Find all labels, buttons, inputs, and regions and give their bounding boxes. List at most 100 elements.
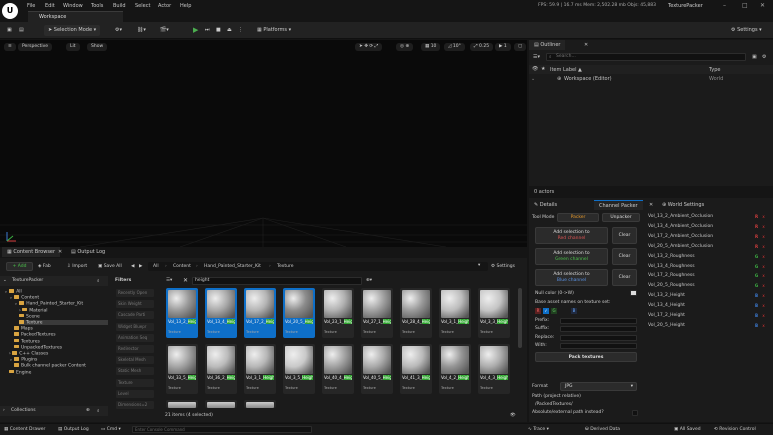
derived-data-button[interactable]: ⛁ Derived Data [585,427,620,432]
packer-list-item[interactable]: Vol_20_5_Roughness [648,283,695,288]
packer-list-item[interactable]: Vol_17_2_Ambient_Occlusion [648,234,713,239]
save-all-button[interactable]: ▣ Save All [98,264,122,269]
close-channel-packer-icon[interactable]: ✕ [649,202,653,208]
filter-item[interactable]: Texture [116,378,154,387]
lit-button[interactable]: Lit [66,43,80,51]
menu-select[interactable]: Select [135,3,150,9]
all-saved-button[interactable]: ▣ All Saved [674,427,701,432]
remove-item-icon[interactable]: x [761,323,766,329]
remove-item-icon[interactable]: x [761,214,766,220]
asset-tile[interactable]: Vol_27_1_Height Texture [361,288,393,338]
packer-list-item[interactable]: Vol_13_2_Ambient_Occlusion [648,214,713,219]
null-color-swatch[interactable] [630,290,637,296]
rotation-snap-button[interactable]: ◿ 10° [444,43,465,51]
asset-tile[interactable]: Vol_13_2_Height Texture [166,288,198,338]
remove-item-icon[interactable]: x [761,303,766,309]
filter-icon[interactable]: ☰▾ [166,278,172,283]
maximize-viewport-icon[interactable]: ▢ [514,43,527,51]
asset-tile[interactable]: Vol_3_3_Height Texture [478,288,510,338]
menu-help[interactable]: Help [180,3,191,9]
asset-tile[interactable] [166,400,198,408]
blueprint-icon[interactable]: ⛓▾ [137,25,146,36]
asset-tile[interactable]: Vol_23_1_Height Texture [322,288,354,338]
absolute-path-checkbox[interactable] [632,410,638,416]
remove-item-icon[interactable]: x [761,234,766,240]
asset-tile[interactable]: Vol_3_1_Height Texture [244,344,276,394]
filter-item[interactable]: Animation Seq [116,333,154,342]
star-icon[interactable]: ★ [541,66,545,72]
search-icon[interactable]: ⌕ [97,408,100,414]
packer-list-item[interactable]: Vol_20_5_Ambient_Occlusion [648,244,713,249]
channel-check-toggle[interactable]: ✓ [543,308,549,314]
asset-tile[interactable]: Vol_13_4_Height Texture [205,288,237,338]
asset-tile[interactable] [244,400,276,408]
outliner-add-icon[interactable]: ▣ [752,54,757,60]
col-item-label[interactable]: Item Label ▲ [550,67,582,73]
chevron-down-icon[interactable]: ▾ [478,263,480,268]
with-input[interactable] [560,343,637,349]
close-icon[interactable]: ✕ [760,2,765,9]
asset-tile[interactable]: Vol_33_5_Height Texture [166,344,198,394]
play-options-icon[interactable]: ⋮ [238,25,243,36]
tree-item[interactable]: Scene [19,313,40,319]
replace-input[interactable] [560,335,637,341]
asset-tile[interactable] [205,400,237,408]
save-icon[interactable]: ▣ [7,25,12,36]
asset-tile[interactable]: Vol_4_2_Height Texture [439,344,471,394]
expand-arrow-icon[interactable]: › [3,408,5,413]
revision-control-button[interactable]: ⟲ Revision Control [714,427,756,432]
packer-list-item[interactable]: Vol_17_2_Roughness [648,273,695,278]
tab-outliner[interactable]: ▤ Outliner [529,40,566,50]
filter-icon[interactable]: ☰▾ [533,54,540,60]
packer-list-item[interactable]: Vol_13_2_Height [648,293,685,298]
settings-dropdown[interactable]: ⚙ Settings ▾ [731,25,762,36]
level-viewport[interactable] [0,40,527,247]
cb-settings-button[interactable]: ⚙ Settings [491,264,515,269]
fab-button[interactable]: ◈ Fab [38,264,51,269]
tree-item[interactable]: ⌄ Hand_Painted_Starter_Kit [14,301,83,307]
tree-item[interactable]: Texture [19,320,108,326]
asset-tile[interactable]: Vol_40_4_Height Texture [322,344,354,394]
breadcrumb-content[interactable]: Content [173,264,191,269]
back-arrow-icon[interactable]: ◀ [131,264,134,269]
menu-build[interactable]: Build [113,3,126,9]
forward-arrow-icon[interactable]: ▶ [139,264,142,269]
show-button[interactable]: Show [87,43,108,51]
step-icon[interactable]: ⏭ [205,25,210,36]
filter-item[interactable]: Cascade Parti [116,311,154,320]
play-icon[interactable]: ▶ [193,25,198,36]
tree-item[interactable]: Maps [14,326,33,331]
tab-channel-packer[interactable]: Channel Packer [594,200,643,210]
packer-list-item[interactable]: Vol_13_4_Height [648,303,685,308]
unreal-logo-icon[interactable]: U [2,3,18,19]
clear-search-icon[interactable]: ✕ [183,277,188,284]
clear-red-button[interactable]: Clear [612,227,637,244]
breadcrumb-all[interactable]: All [153,264,159,269]
asset-tile[interactable]: Vol_36_2_Height Texture [205,344,237,394]
asset-tile[interactable]: Vol_17_2_Height Texture [244,288,276,338]
tab-content-browser[interactable]: ▦ Content Browser [2,247,61,257]
add-button[interactable]: + Add [6,262,33,271]
format-dropdown[interactable]: JPG ▾ [560,382,637,391]
filter-item[interactable]: Skin Weight [116,300,154,309]
suffix-input[interactable] [560,326,637,332]
collapse-arrow-icon[interactable]: ⌄ [3,278,7,283]
menu-tools[interactable]: Tools [91,3,103,9]
channel-b-toggle[interactable]: B [571,308,577,314]
output-log-button[interactable]: ▤ Output Log [58,427,89,432]
content-drawer-button[interactable]: ▦ Content Drawer [4,427,45,432]
remove-item-icon[interactable]: x [761,293,766,299]
asset-tile[interactable]: Vol_3_1_Height Texture [439,288,471,338]
asset-tile[interactable]: Vol_3_5_Height Texture [283,344,315,394]
tree-item[interactable]: Textures [14,338,40,344]
breadcrumb-texture[interactable]: Texture [277,264,293,269]
add-actor-icon[interactable]: ⚙▾ [115,25,122,36]
menu-window[interactable]: Window [63,3,83,9]
packer-mode-button[interactable]: Packer [557,213,599,222]
filter-item[interactable]: Static Mesh [116,367,154,376]
tree-item[interactable]: ⌄ Content [9,295,39,300]
close-outliner-icon[interactable]: ✕ [584,42,588,48]
outliner-row[interactable]: ⌄ ⊕ Workspace (Editor) World [529,75,773,83]
import-button[interactable]: ⇩ Import [67,264,87,269]
remove-item-icon[interactable]: x [761,264,766,270]
